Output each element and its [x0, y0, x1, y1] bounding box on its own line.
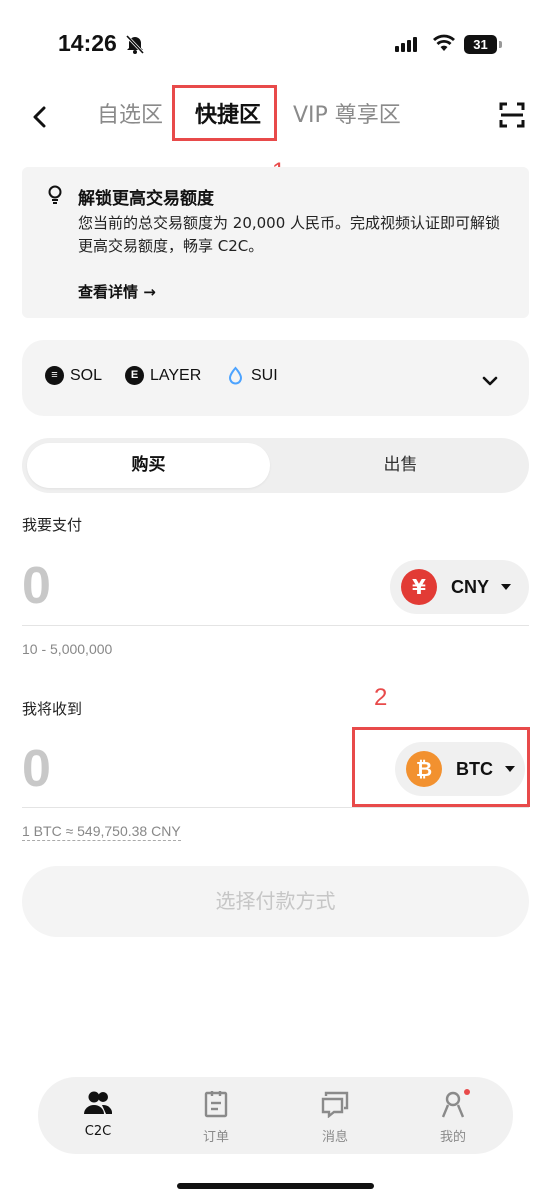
divider	[22, 625, 529, 626]
sol-icon: ≡	[45, 366, 64, 385]
exchange-rate[interactable]: 1 BTC ≈ 549,750.38 CNY	[22, 823, 181, 841]
nav-messages[interactable]: 消息	[300, 1090, 370, 1145]
layer-icon: E	[125, 366, 144, 385]
token-layer[interactable]: E LAYER	[125, 366, 201, 385]
annotation-number-2: 2	[374, 684, 388, 711]
pay-currency-label: CNY	[451, 576, 490, 597]
notice-title: 解锁更高交易额度	[78, 189, 214, 209]
token-sui[interactable]: SUI	[226, 366, 278, 385]
nav-label: 消息	[321, 1130, 348, 1145]
token-label: SOL	[70, 366, 103, 384]
annotation-box-1	[172, 85, 277, 141]
divider	[22, 807, 529, 808]
nav-orders[interactable]: 订单	[181, 1090, 251, 1145]
receive-amount-input[interactable]: 0	[22, 739, 51, 799]
buy-tab[interactable]: 购买	[27, 443, 270, 488]
nav-label: 我的	[439, 1130, 466, 1145]
battery-cap	[499, 41, 502, 48]
notification-dot	[464, 1089, 470, 1095]
lightbulb-icon	[47, 185, 63, 209]
back-button[interactable]	[30, 104, 50, 130]
sui-icon	[226, 366, 245, 385]
pay-label: 我要支付	[22, 516, 83, 534]
cellular-signal-icon	[395, 37, 417, 52]
yuan-icon: ¥	[401, 569, 437, 605]
token-label: LAYER	[150, 366, 202, 384]
nav-label: 订单	[202, 1130, 229, 1145]
wifi-icon	[432, 33, 456, 57]
nav-label: C2C	[84, 1124, 112, 1139]
person-icon	[439, 1089, 470, 1122]
caret-down-icon	[501, 584, 512, 590]
clipboard-icon	[181, 1090, 251, 1122]
notice-body: 您当前的总交易额度为 20,000 人民币。完成视频认证即可解锁更高交易额度，畅…	[78, 214, 501, 255]
annotation-box-2	[352, 727, 530, 807]
bell-muted-icon	[124, 33, 146, 55]
nav-profile[interactable]: 我的	[418, 1089, 488, 1145]
battery-icon: 31	[464, 35, 497, 54]
view-details-link[interactable]: 查看详情 →	[78, 281, 156, 302]
token-label: SUI	[251, 366, 278, 384]
scan-icon[interactable]	[499, 101, 525, 133]
pay-amount-input[interactable]: 0	[22, 556, 51, 616]
nav-c2c[interactable]: C2C	[63, 1090, 133, 1139]
pay-range: 10 - 5,000,000	[22, 641, 113, 657]
people-icon	[63, 1090, 133, 1120]
token-sol[interactable]: ≡ SOL	[45, 366, 102, 385]
pay-currency-select[interactable]: ¥ CNY	[390, 560, 529, 614]
chat-icon	[300, 1090, 370, 1122]
chevron-down-icon[interactable]	[482, 372, 498, 391]
sell-tab[interactable]: 出售	[276, 443, 525, 488]
choose-payment-button[interactable]: 选择付款方式	[22, 866, 529, 937]
receive-label: 我将收到	[22, 700, 83, 718]
tab-vip[interactable]: VIP 尊享区	[293, 100, 401, 132]
tab-watchlist[interactable]: 自选区	[97, 100, 163, 132]
status-time: 14:26	[58, 30, 117, 56]
home-indicator	[177, 1183, 374, 1189]
